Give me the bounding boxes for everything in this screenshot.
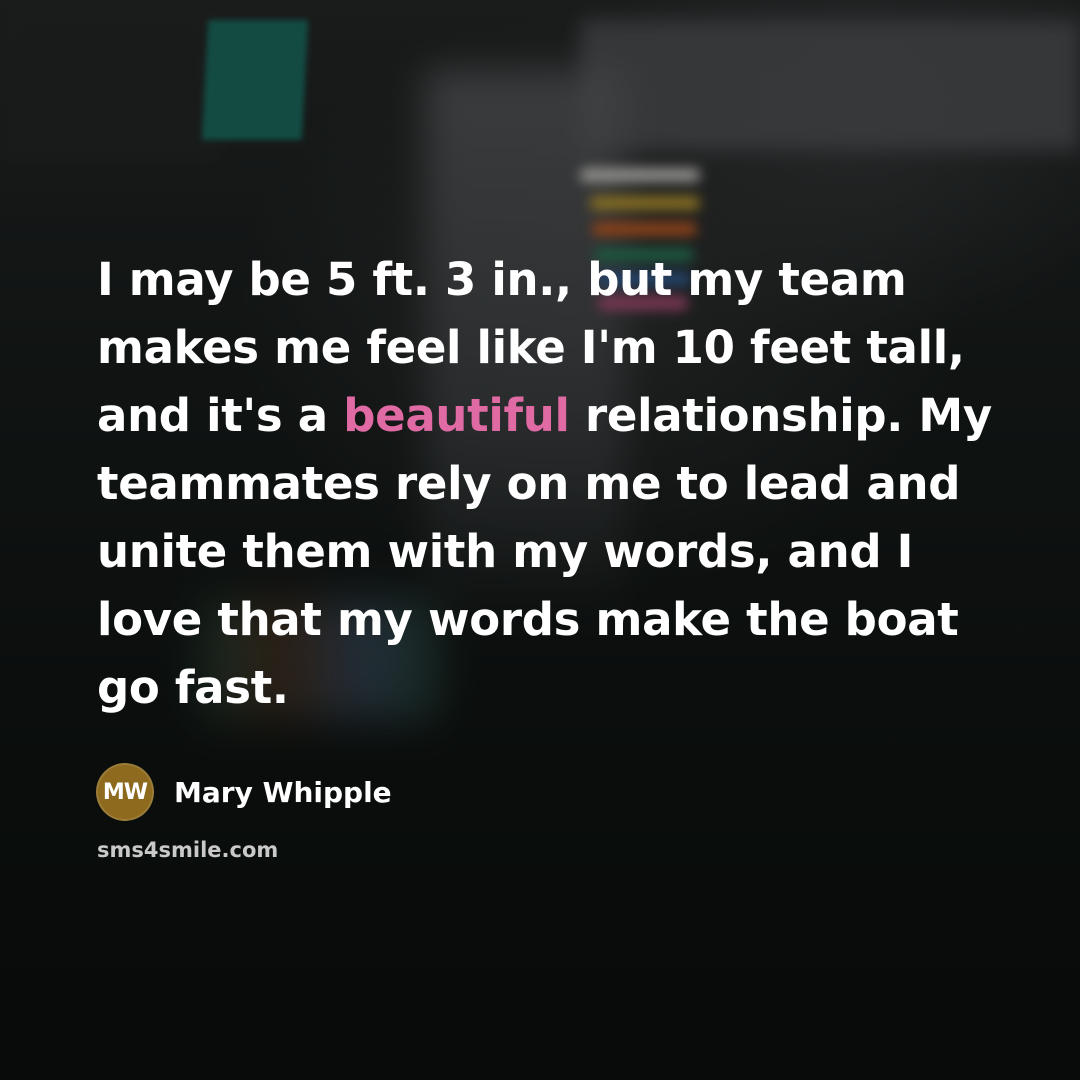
quote-highlight-word: beautiful [343, 389, 570, 442]
author-avatar: MW [96, 763, 154, 821]
author-row: MW Mary Whipple [96, 762, 392, 822]
author-name: Mary Whipple [174, 775, 392, 809]
site-url: sms4smile.com [97, 838, 279, 862]
quote-text: I may be 5 ft. 3 in., but my team makes … [97, 246, 997, 722]
